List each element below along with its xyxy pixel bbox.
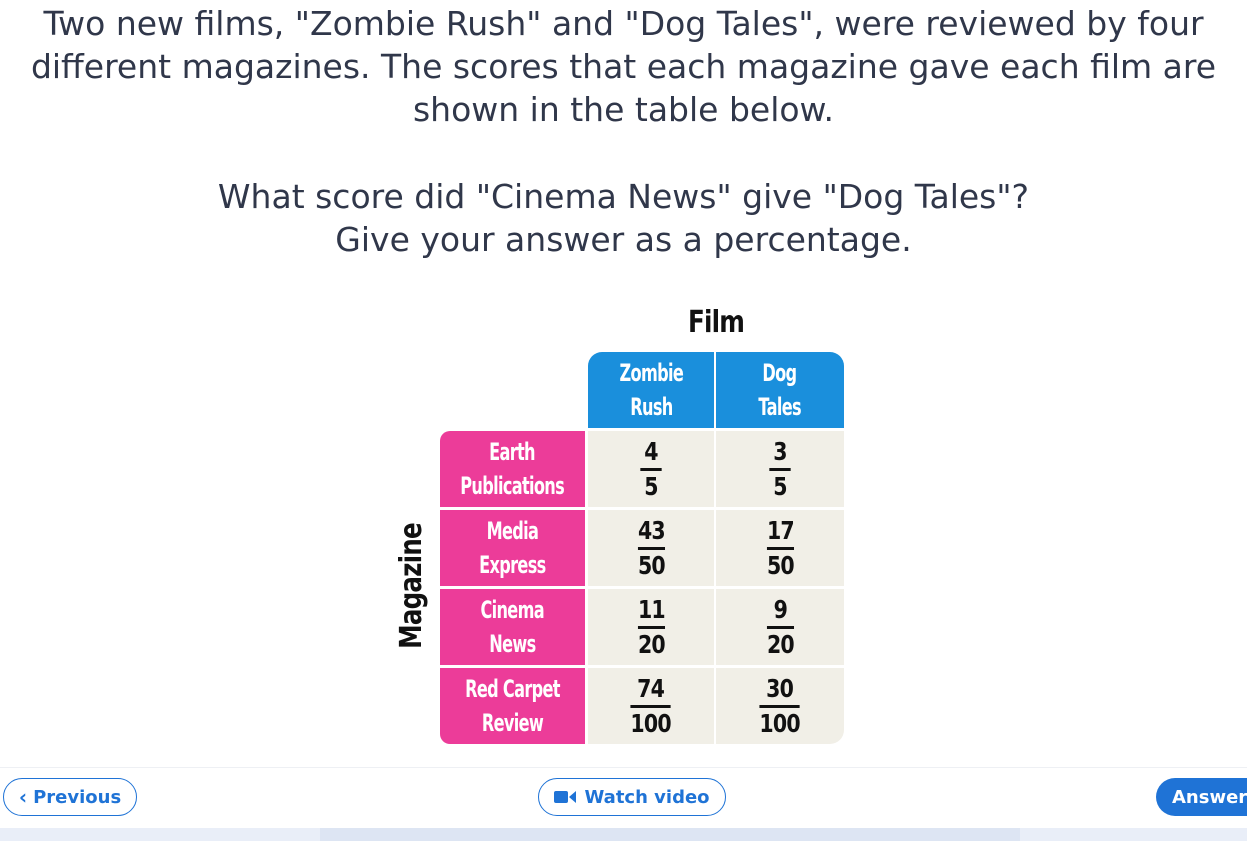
row-header-line: Review xyxy=(481,709,544,737)
row-header-line: Red Carpet xyxy=(465,675,560,703)
column-header-line: Dog xyxy=(762,359,798,387)
numerator: 17 xyxy=(766,515,795,545)
score-cell: 17 50 xyxy=(716,510,844,586)
row-header-red-carpet-review: Red Carpet Review xyxy=(440,668,585,744)
numerator: 3 xyxy=(773,436,787,466)
denominator: 100 xyxy=(759,708,801,738)
score-cell: 11 20 xyxy=(588,589,714,665)
fraction-bar xyxy=(766,546,794,550)
video-camera-icon xyxy=(554,791,577,803)
column-header-line: Zombie xyxy=(619,359,683,387)
score-cell: 45 xyxy=(588,431,714,507)
fraction-bar xyxy=(766,625,794,629)
denominator: 50 xyxy=(766,550,795,580)
fraction: 43 50 xyxy=(637,515,666,581)
numerator: 4 xyxy=(644,436,658,466)
fraction: 30 100 xyxy=(759,673,801,739)
answer-button[interactable]: Answer xyxy=(1156,778,1247,816)
score-cell: 74 100 xyxy=(588,668,714,744)
fraction-bar xyxy=(637,625,665,629)
fraction-bar xyxy=(759,704,801,708)
denominator: 5 xyxy=(773,471,787,501)
column-header-line: Rush xyxy=(629,393,673,421)
scores-table: Film Magazine Zombie Rush Dog Tales Earth P… xyxy=(0,0,1247,760)
watch-video-button[interactable]: Watch video xyxy=(538,778,726,816)
row-header-earth-publications: Earth Publications xyxy=(440,431,585,507)
numerator: 11 xyxy=(637,594,666,624)
row-header-line: Cinema xyxy=(480,596,545,624)
fraction: 74 100 xyxy=(630,673,672,739)
row-group-title: Magazine xyxy=(394,523,429,649)
row-header-media-express: Media Express xyxy=(440,510,585,586)
column-header-dog-tales: Dog Tales xyxy=(716,352,844,428)
fraction: 11 20 xyxy=(637,594,666,660)
fraction-bar xyxy=(637,546,665,550)
fraction: 9 20 xyxy=(766,594,795,660)
score-cell: 35 xyxy=(716,431,844,507)
row-header-cinema-news: Cinema News xyxy=(440,589,585,665)
row-header-line: News xyxy=(489,630,536,658)
column-group-title: Film xyxy=(687,305,745,340)
numerator: 9 xyxy=(773,594,787,624)
fraction: 17 50 xyxy=(766,515,795,581)
row-header-line: Media xyxy=(486,517,539,545)
fraction: 35 xyxy=(769,436,791,502)
chevron-left-icon: ‹ xyxy=(18,785,28,809)
score-cell: 43 50 xyxy=(588,510,714,586)
watch-video-label: Watch video xyxy=(584,786,710,808)
denominator: 50 xyxy=(637,550,666,580)
numerator: 30 xyxy=(766,673,795,703)
fraction-bar xyxy=(640,467,662,471)
previous-button[interactable]: ‹ Previous xyxy=(3,778,137,816)
denominator: 20 xyxy=(766,629,795,659)
column-header-line: Tales xyxy=(758,393,802,421)
footer-divider xyxy=(0,767,1247,768)
denominator: 100 xyxy=(630,708,672,738)
column-header-zombie-rush: Zombie Rush xyxy=(588,352,714,428)
row-header-line: Publications xyxy=(460,472,565,500)
row-header-line: Express xyxy=(479,551,546,579)
numerator: 74 xyxy=(637,673,666,703)
answer-label: Answer xyxy=(1172,786,1247,808)
denominator: 20 xyxy=(637,629,666,659)
bottom-strip-highlight xyxy=(320,828,1020,841)
fraction: 45 xyxy=(640,436,662,502)
denominator: 5 xyxy=(644,471,658,501)
numerator: 43 xyxy=(637,515,666,545)
row-header-line: Earth xyxy=(489,438,536,466)
score-cell: 9 20 xyxy=(716,589,844,665)
previous-label: Previous xyxy=(33,786,122,808)
score-cell: 30 100 xyxy=(716,668,844,744)
fraction-bar xyxy=(630,704,672,708)
fraction-bar xyxy=(769,467,791,471)
